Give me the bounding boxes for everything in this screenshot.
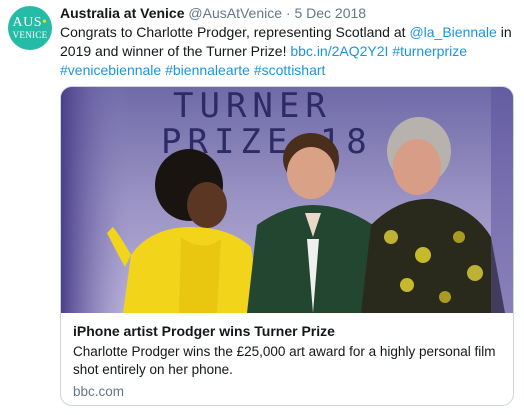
header-separator: · <box>285 5 291 21</box>
link-card[interactable]: TURNER PRIZE.18 iPhone artist Prodger wi… <box>60 86 514 406</box>
card-title[interactable]: iPhone artist Prodger wins Turner Prize <box>73 322 501 340</box>
tweet-date[interactable]: 5 Dec 2018 <box>294 5 366 21</box>
author-handle[interactable]: @AusAtVenice <box>188 5 282 21</box>
card-body[interactable]: iPhone artist Prodger wins Turner Prize … <box>61 313 513 401</box>
card-description: Charlotte Prodger wins the £25,000 art a… <box>73 344 496 377</box>
author-name[interactable]: Australia at Venice <box>60 5 185 21</box>
tweet-text: Congrats to Charlotte Prodger, represent… <box>60 23 516 80</box>
tweet-content: Australia at Venice @AusAtVenice · 5 Dec… <box>60 4 516 80</box>
url-link[interactable]: bbc.in/2AQ2Y2I <box>290 43 388 59</box>
card-domain: bbc.com <box>73 384 125 399</box>
hashtag-link[interactable]: #venicebiennale <box>60 62 161 78</box>
avatar-logo-text: AUS• <box>13 16 48 30</box>
card-image[interactable]: TURNER PRIZE.18 <box>61 87 513 313</box>
avatar-dot: • <box>42 15 48 30</box>
backdrop-text-1: TURNER <box>173 87 332 126</box>
mention-link[interactable]: @la_Biennale <box>409 24 496 40</box>
avatar[interactable]: AUS• VENICE <box>8 6 52 50</box>
hashtag-link[interactable]: #scottishart <box>254 62 326 78</box>
avatar-line1: AUS <box>12 15 43 30</box>
card-photo: TURNER PRIZE.18 <box>61 87 513 313</box>
hashtag-link[interactable]: #turnerprize <box>392 43 467 59</box>
tweet-header: Australia at Venice @AusAtVenice · 5 Dec… <box>60 4 516 22</box>
tweet[interactable]: AUS• VENICE Australia at Venice @AusAtVe… <box>0 0 524 415</box>
avatar-line2: VENICE <box>12 30 48 40</box>
tweet-text-part1: Congrats to Charlotte Prodger, represent… <box>60 24 410 40</box>
hashtag-link[interactable]: #biennalearte <box>165 62 250 78</box>
